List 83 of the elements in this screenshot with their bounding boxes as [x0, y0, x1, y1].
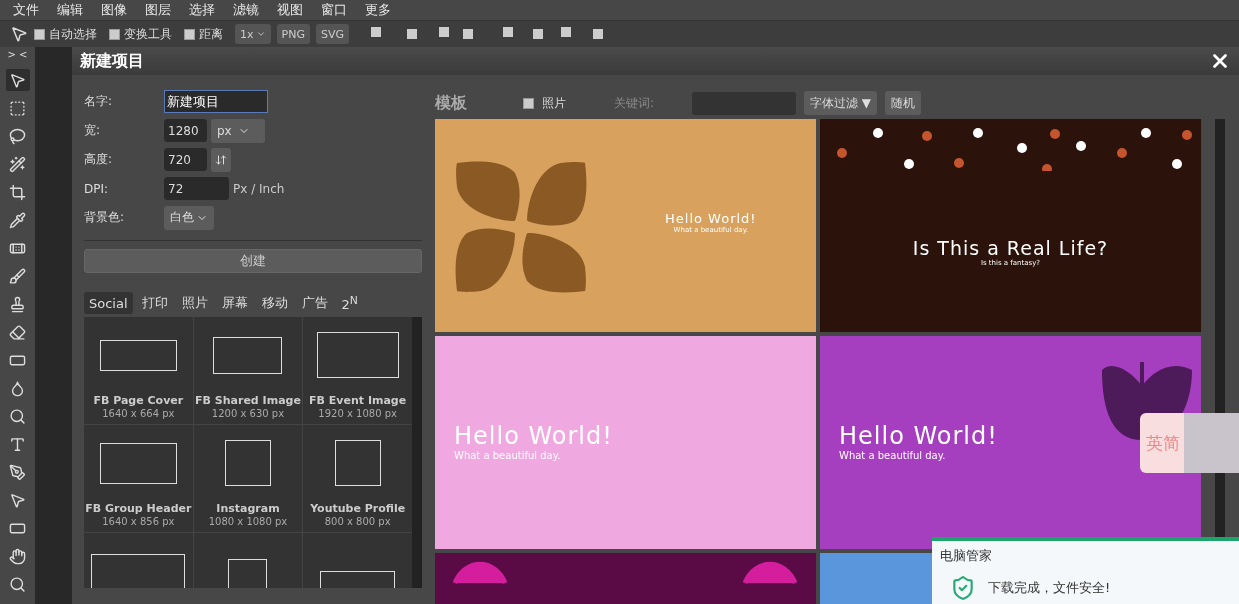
- preset-tab[interactable]: Social: [84, 292, 133, 314]
- template-subtitle: What a beautiful day.: [839, 450, 947, 461]
- dialog-title: 新建项目: [80, 50, 144, 72]
- background-dropdown[interactable]: 白色: [164, 205, 214, 230]
- menu-item[interactable]: 视图: [268, 1, 312, 19]
- preset-name: FB Event Image: [309, 394, 407, 407]
- template-title: Hello World!: [665, 211, 757, 226]
- width-field[interactable]: 1280: [164, 119, 207, 142]
- preset-name: Youtube Profile: [310, 502, 406, 515]
- preset-name: FB Group Header: [85, 502, 192, 515]
- checkbox[interactable]: [184, 28, 195, 40]
- checkbox[interactable]: [523, 97, 534, 109]
- preset-preview: [334, 440, 381, 486]
- export-button[interactable]: PNG: [276, 24, 310, 44]
- swap-button[interactable]: [211, 147, 231, 172]
- preset-name: FB Page Cover: [93, 394, 184, 407]
- field-label: 背景色:: [84, 209, 126, 226]
- menu-item[interactable]: 图像: [92, 1, 136, 19]
- shield-check-icon: [950, 575, 976, 601]
- preset-name: Instagram: [216, 502, 280, 515]
- preset-card[interactable]: Youtube Profile 800 x 800 px: [303, 425, 412, 532]
- preset-tab[interactable]: 广告: [296, 292, 333, 314]
- field-label: 高度:: [84, 151, 114, 168]
- unit-dropdown[interactable]: px: [211, 118, 265, 143]
- dpi-field[interactable]: 72: [164, 177, 229, 200]
- name-field[interactable]: 新建项目: [164, 90, 268, 113]
- notification-title: 电脑管家: [940, 547, 993, 565]
- option-label: 自动选择: [49, 25, 97, 43]
- preset-name: FB Shared Image: [195, 394, 301, 407]
- move-icon[interactable]: [10, 25, 28, 43]
- checkbox-label: 照片: [542, 94, 566, 112]
- template-title: Is This a Real Life?: [912, 237, 1109, 259]
- option-label: 距离: [199, 25, 223, 43]
- option-label: 变换工具: [124, 25, 172, 43]
- photo-placeholder: [1184, 413, 1239, 473]
- menu-item[interactable]: 编辑: [48, 1, 92, 19]
- height-field[interactable]: 720: [164, 148, 207, 171]
- preset-tab[interactable]: 屏幕: [216, 292, 253, 314]
- font-filter-button[interactable]: 字体过滤 ▼: [804, 91, 878, 115]
- preset-size: 1920 x 1080 px: [318, 408, 397, 419]
- preset-size: 800 x 800 px: [324, 516, 391, 527]
- menu-item[interactable]: 更多: [356, 1, 400, 19]
- zoom-dropdown[interactable]: 1x: [235, 24, 271, 44]
- checkbox[interactable]: [34, 28, 45, 40]
- swap-arrows-icon: [215, 153, 227, 166]
- preset-card[interactable]: Instagram 1080 x 1080 px: [193, 425, 303, 532]
- template-title: Hello World!: [454, 422, 613, 450]
- menu-item[interactable]: 图层: [136, 1, 180, 19]
- preset-card[interactable]: FB Shared Image 1200 x 630 px: [193, 317, 303, 424]
- preset-preview: [213, 336, 283, 374]
- caret-icon: [255, 29, 266, 39]
- preset-card[interactable]: FB Event Image 1920 x 1080 px: [303, 317, 412, 424]
- export-button[interactable]: SVG: [315, 24, 349, 44]
- checkbox[interactable]: [109, 28, 120, 40]
- menu-item[interactable]: 文件: [4, 1, 48, 19]
- move-icon[interactable]: [5, 69, 30, 91]
- create-button[interactable]: 创建: [84, 249, 422, 273]
- preset-card[interactable]: FB Page Cover 1640 x 664 px: [84, 317, 193, 424]
- field-label: DPI:: [84, 181, 110, 196]
- preset-preview: [225, 440, 271, 486]
- preset-size: 1200 x 630 px: [211, 408, 285, 419]
- field-label: 名字:: [84, 93, 114, 110]
- preset-tab[interactable]: 移动: [256, 292, 293, 314]
- menu-item[interactable]: 选择: [180, 1, 224, 19]
- panel-toggle[interactable]: > <: [7, 49, 28, 63]
- preset-tab[interactable]: 照片: [176, 292, 213, 314]
- field-label: 宽:: [84, 122, 102, 139]
- unit-label: Px / Inch: [233, 181, 285, 196]
- preset-size: 1640 x 664 px: [102, 408, 175, 419]
- preset-size: 1080 x 1080 px: [208, 516, 288, 527]
- notification-message: 下载完成，文件安全!: [988, 579, 1111, 597]
- template-subtitle: What a beautiful day.: [454, 450, 562, 461]
- preset-tab[interactable]: 2$^{N}$: [336, 292, 363, 314]
- random-button[interactable]: 随机: [885, 91, 922, 115]
- preset-size: 1640 x 856 px: [102, 516, 175, 527]
- keyword-label: 关键词:: [614, 94, 655, 112]
- section-title: 模板: [435, 92, 467, 114]
- preset-card[interactable]: FB Group Header 1640 x 856 px: [84, 425, 193, 532]
- menu-item[interactable]: 窗口: [312, 1, 356, 19]
- preset-tab[interactable]: 打印: [136, 292, 173, 314]
- ime-label: 英简: [1145, 431, 1180, 455]
- template-title: Hello World!: [839, 422, 998, 450]
- menu-item[interactable]: 滤镜: [224, 1, 268, 19]
